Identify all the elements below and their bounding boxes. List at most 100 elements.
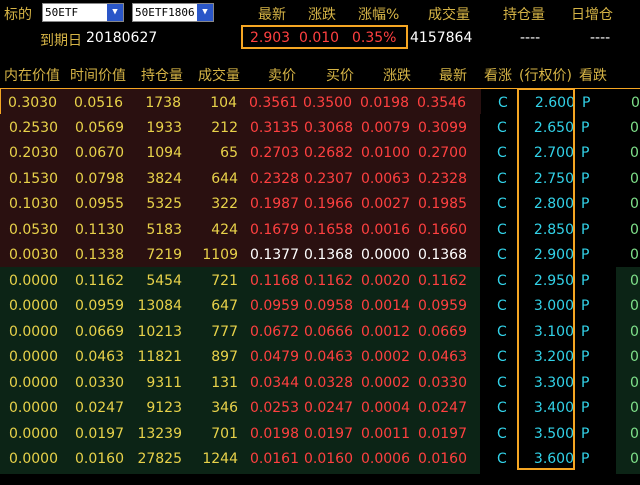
- call-marker[interactable]: C: [497, 196, 507, 212]
- put-marker[interactable]: P: [581, 171, 589, 187]
- col-open-interest: 持仓量: [141, 68, 183, 84]
- call-marker[interactable]: C: [497, 247, 507, 263]
- chevron-down-icon[interactable]: ▼: [107, 4, 123, 21]
- put-marker[interactable]: P: [581, 273, 589, 289]
- put-marker[interactable]: P: [581, 451, 589, 467]
- cell-oi: 1933: [146, 119, 182, 136]
- cell-chg: 0.0012: [361, 323, 410, 340]
- put-side-value: 0: [630, 247, 639, 263]
- cell-chg: 0.0000: [361, 247, 410, 263]
- cell-time-value: 0.1338: [75, 247, 124, 263]
- cell-intrinsic: 0.1530: [9, 170, 58, 187]
- cell-vol: 897: [211, 349, 238, 365]
- contract-select[interactable]: 50ETF1806 ▼: [132, 3, 214, 22]
- cell-vol: 104: [210, 95, 237, 111]
- call-marker[interactable]: C: [497, 298, 507, 314]
- put-side-value: 0: [630, 374, 639, 391]
- cell-chg: 0.0100: [361, 145, 410, 161]
- cell-chg: 0.0014: [361, 298, 410, 314]
- put-side-value: 0: [630, 170, 639, 187]
- put-marker[interactable]: P: [581, 247, 589, 263]
- cell-oi: 9123: [146, 400, 182, 416]
- cell-vol: 322: [211, 196, 238, 212]
- call-marker[interactable]: C: [497, 145, 507, 161]
- cell-oi: 10213: [137, 323, 182, 340]
- put-marker[interactable]: P: [581, 298, 589, 314]
- call-marker[interactable]: C: [497, 324, 507, 340]
- put-marker[interactable]: P: [581, 426, 589, 442]
- cell-vol: 65: [220, 145, 238, 161]
- cell-vol: 1244: [202, 451, 238, 467]
- cell-intrinsic: 0.0000: [9, 272, 58, 289]
- call-marker[interactable]: C: [497, 222, 507, 238]
- call-marker[interactable]: C: [498, 95, 508, 111]
- cell-bid: 0.1368: [304, 247, 353, 263]
- cell-intrinsic: 0.0000: [9, 400, 58, 416]
- call-marker[interactable]: C: [497, 400, 507, 416]
- col-ask: 卖价: [268, 68, 296, 84]
- call-marker[interactable]: C: [497, 120, 507, 136]
- cell-vol: 131: [211, 374, 238, 391]
- call-marker[interactable]: C: [497, 171, 507, 187]
- cell-time-value: 0.0516: [74, 95, 123, 111]
- put-marker[interactable]: P: [581, 400, 589, 416]
- put-marker[interactable]: P: [581, 222, 589, 238]
- cell-ask: 0.3561: [249, 95, 298, 111]
- cell-bid: 0.1162: [304, 272, 353, 289]
- cell-bid: 0.2307: [304, 170, 353, 187]
- call-marker[interactable]: C: [497, 451, 507, 467]
- cell-ask: 0.1168: [250, 272, 299, 289]
- cell-last: 0.3099: [418, 119, 467, 136]
- call-marker[interactable]: C: [497, 349, 507, 365]
- cell-ask: 0.1987: [250, 196, 299, 212]
- put-marker[interactable]: P: [581, 120, 589, 136]
- call-marker[interactable]: C: [497, 273, 507, 289]
- quote-header: 标的 50ETF ▼ 50ETF1806 ▼ 最新 涨跌 涨幅% 成交量 持仓量…: [0, 0, 640, 54]
- cell-ask: 0.0253: [250, 400, 299, 416]
- cell-ask: 0.0959: [250, 298, 299, 314]
- cell-time-value: 0.1130: [75, 221, 124, 238]
- expiry-label: 到期日: [40, 33, 82, 49]
- cell-vol: 1109: [202, 247, 238, 263]
- chevron-down-icon[interactable]: ▼: [197, 4, 213, 21]
- hdr-daily-oi: 日增仓: [571, 7, 613, 23]
- underlying-change-pct: 0.35%: [352, 30, 397, 46]
- cell-intrinsic: 0.2530: [9, 119, 58, 136]
- cell-vol: 647: [211, 298, 238, 314]
- cell-time-value: 0.0798: [75, 170, 124, 187]
- underlying-select[interactable]: 50ETF ▼: [42, 3, 124, 22]
- cell-intrinsic: 0.0030: [9, 247, 58, 263]
- hdr-change: 涨跌: [308, 7, 336, 23]
- cell-last: 0.0959: [418, 298, 467, 314]
- cell-oi: 13084: [137, 298, 182, 314]
- cell-intrinsic: 0.0000: [9, 323, 58, 340]
- cell-oi: 3824: [146, 170, 182, 187]
- put-marker[interactable]: P: [581, 145, 589, 161]
- put-side-value: 0: [630, 451, 639, 467]
- cell-last: 0.0330: [418, 374, 467, 391]
- put-marker[interactable]: P: [581, 196, 589, 212]
- cell-last: 0.3546: [417, 95, 466, 111]
- underlying-oi: ----: [520, 30, 541, 46]
- put-side-value: 0: [630, 400, 639, 416]
- put-marker[interactable]: P: [581, 349, 589, 365]
- col-last: 最新: [439, 68, 467, 84]
- call-marker[interactable]: C: [497, 426, 507, 442]
- cell-chg: 0.0079: [361, 119, 410, 136]
- put-marker[interactable]: P: [581, 324, 589, 340]
- cell-ask: 0.1377: [250, 247, 299, 263]
- call-marker[interactable]: C: [497, 375, 507, 391]
- cell-time-value: 0.0463: [75, 349, 124, 365]
- put-marker[interactable]: P: [581, 375, 589, 391]
- cell-chg: 0.0020: [361, 272, 410, 289]
- underlying-volume: 4157864: [410, 30, 473, 46]
- put-marker[interactable]: P: [582, 95, 590, 111]
- col-strike: (行权价): [519, 68, 572, 84]
- put-side-value: 0: [630, 145, 639, 161]
- cell-time-value: 0.0955: [75, 196, 124, 212]
- cell-chg: 0.0004: [361, 400, 410, 416]
- cell-last: 0.0247: [418, 400, 467, 416]
- cell-ask: 0.2703: [250, 145, 299, 161]
- cell-ask: 0.0479: [250, 349, 299, 365]
- underlying-select-value: 50ETF: [45, 6, 79, 19]
